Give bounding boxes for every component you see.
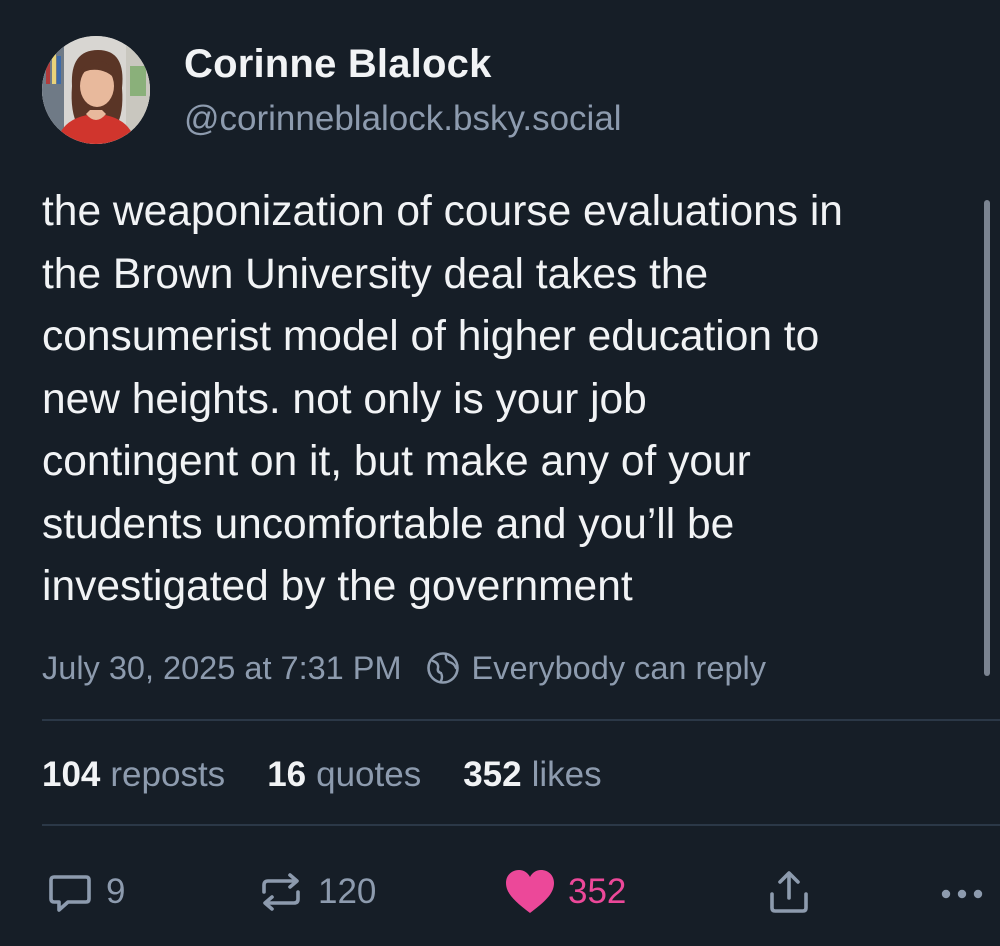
likes-count: 352 bbox=[463, 755, 522, 794]
post-text-line: students uncomfortable and you’ll be bbox=[42, 500, 735, 548]
share-icon bbox=[770, 871, 808, 913]
speech-bubble-icon bbox=[49, 875, 91, 912]
likes-label: likes bbox=[531, 755, 602, 794]
reposts-count: 104 bbox=[42, 755, 101, 794]
likes-stat[interactable]: 352 likes bbox=[463, 755, 601, 795]
post-text: the weaponization of course evaluations … bbox=[42, 181, 1000, 619]
post-thread-view: Corinne Blalock @corinneblalock.bsky.soc… bbox=[0, 0, 1000, 946]
avatar-photo bbox=[42, 36, 150, 144]
reposts-stat[interactable]: 104 reposts bbox=[42, 755, 225, 795]
post-text-line: the weaponization of course evaluations … bbox=[42, 188, 843, 235]
reply-count: 9 bbox=[106, 872, 126, 911]
globe-reply-icon bbox=[426, 651, 460, 685]
divider bbox=[42, 719, 1000, 721]
repost-button[interactable]: 120 bbox=[256, 862, 376, 922]
quotes-count: 16 bbox=[267, 755, 307, 794]
share-button[interactable] bbox=[766, 862, 812, 922]
reply-setting[interactable]: Everybody can reply bbox=[472, 650, 766, 687]
avatar[interactable] bbox=[42, 36, 150, 144]
scrollbar[interactable] bbox=[984, 200, 990, 676]
post-text-line: consumerist model of higher education to bbox=[42, 313, 820, 360]
quotes-label: quotes bbox=[316, 755, 422, 794]
quotes-stat[interactable]: 16 quotes bbox=[267, 755, 421, 795]
like-button[interactable]: 352 bbox=[504, 862, 626, 922]
author-display-name[interactable]: Corinne Blalock bbox=[184, 42, 492, 87]
heart-icon bbox=[506, 870, 554, 913]
post-text-line: the Brown University deal takes the bbox=[42, 250, 709, 298]
divider bbox=[42, 824, 1000, 826]
post-text-line: new heights. not only is your job bbox=[42, 375, 647, 423]
post-actions: 9 120 352 bbox=[0, 862, 1000, 922]
repost-count: 120 bbox=[318, 872, 377, 911]
more-options-button[interactable] bbox=[940, 862, 996, 922]
author-handle[interactable]: @corinneblalock.bsky.social bbox=[184, 99, 622, 139]
more-dots-icon bbox=[941, 889, 983, 899]
post-timestamp: July 30, 2025 at 7:31 PM bbox=[42, 649, 402, 686]
repost-arrows-icon bbox=[262, 873, 300, 911]
reply-button[interactable]: 9 bbox=[46, 862, 125, 922]
like-count: 352 bbox=[568, 872, 627, 911]
post-stats: 104 reposts 16 quotes 352 likes bbox=[42, 750, 644, 800]
post-meta: July 30, 2025 at 7:31 PM Everybody can r… bbox=[42, 645, 766, 691]
reposts-label: reposts bbox=[110, 755, 226, 794]
post-text-line: investigated by the government bbox=[42, 563, 633, 610]
post-text-line: contingent on it, but make any of your bbox=[42, 438, 751, 485]
